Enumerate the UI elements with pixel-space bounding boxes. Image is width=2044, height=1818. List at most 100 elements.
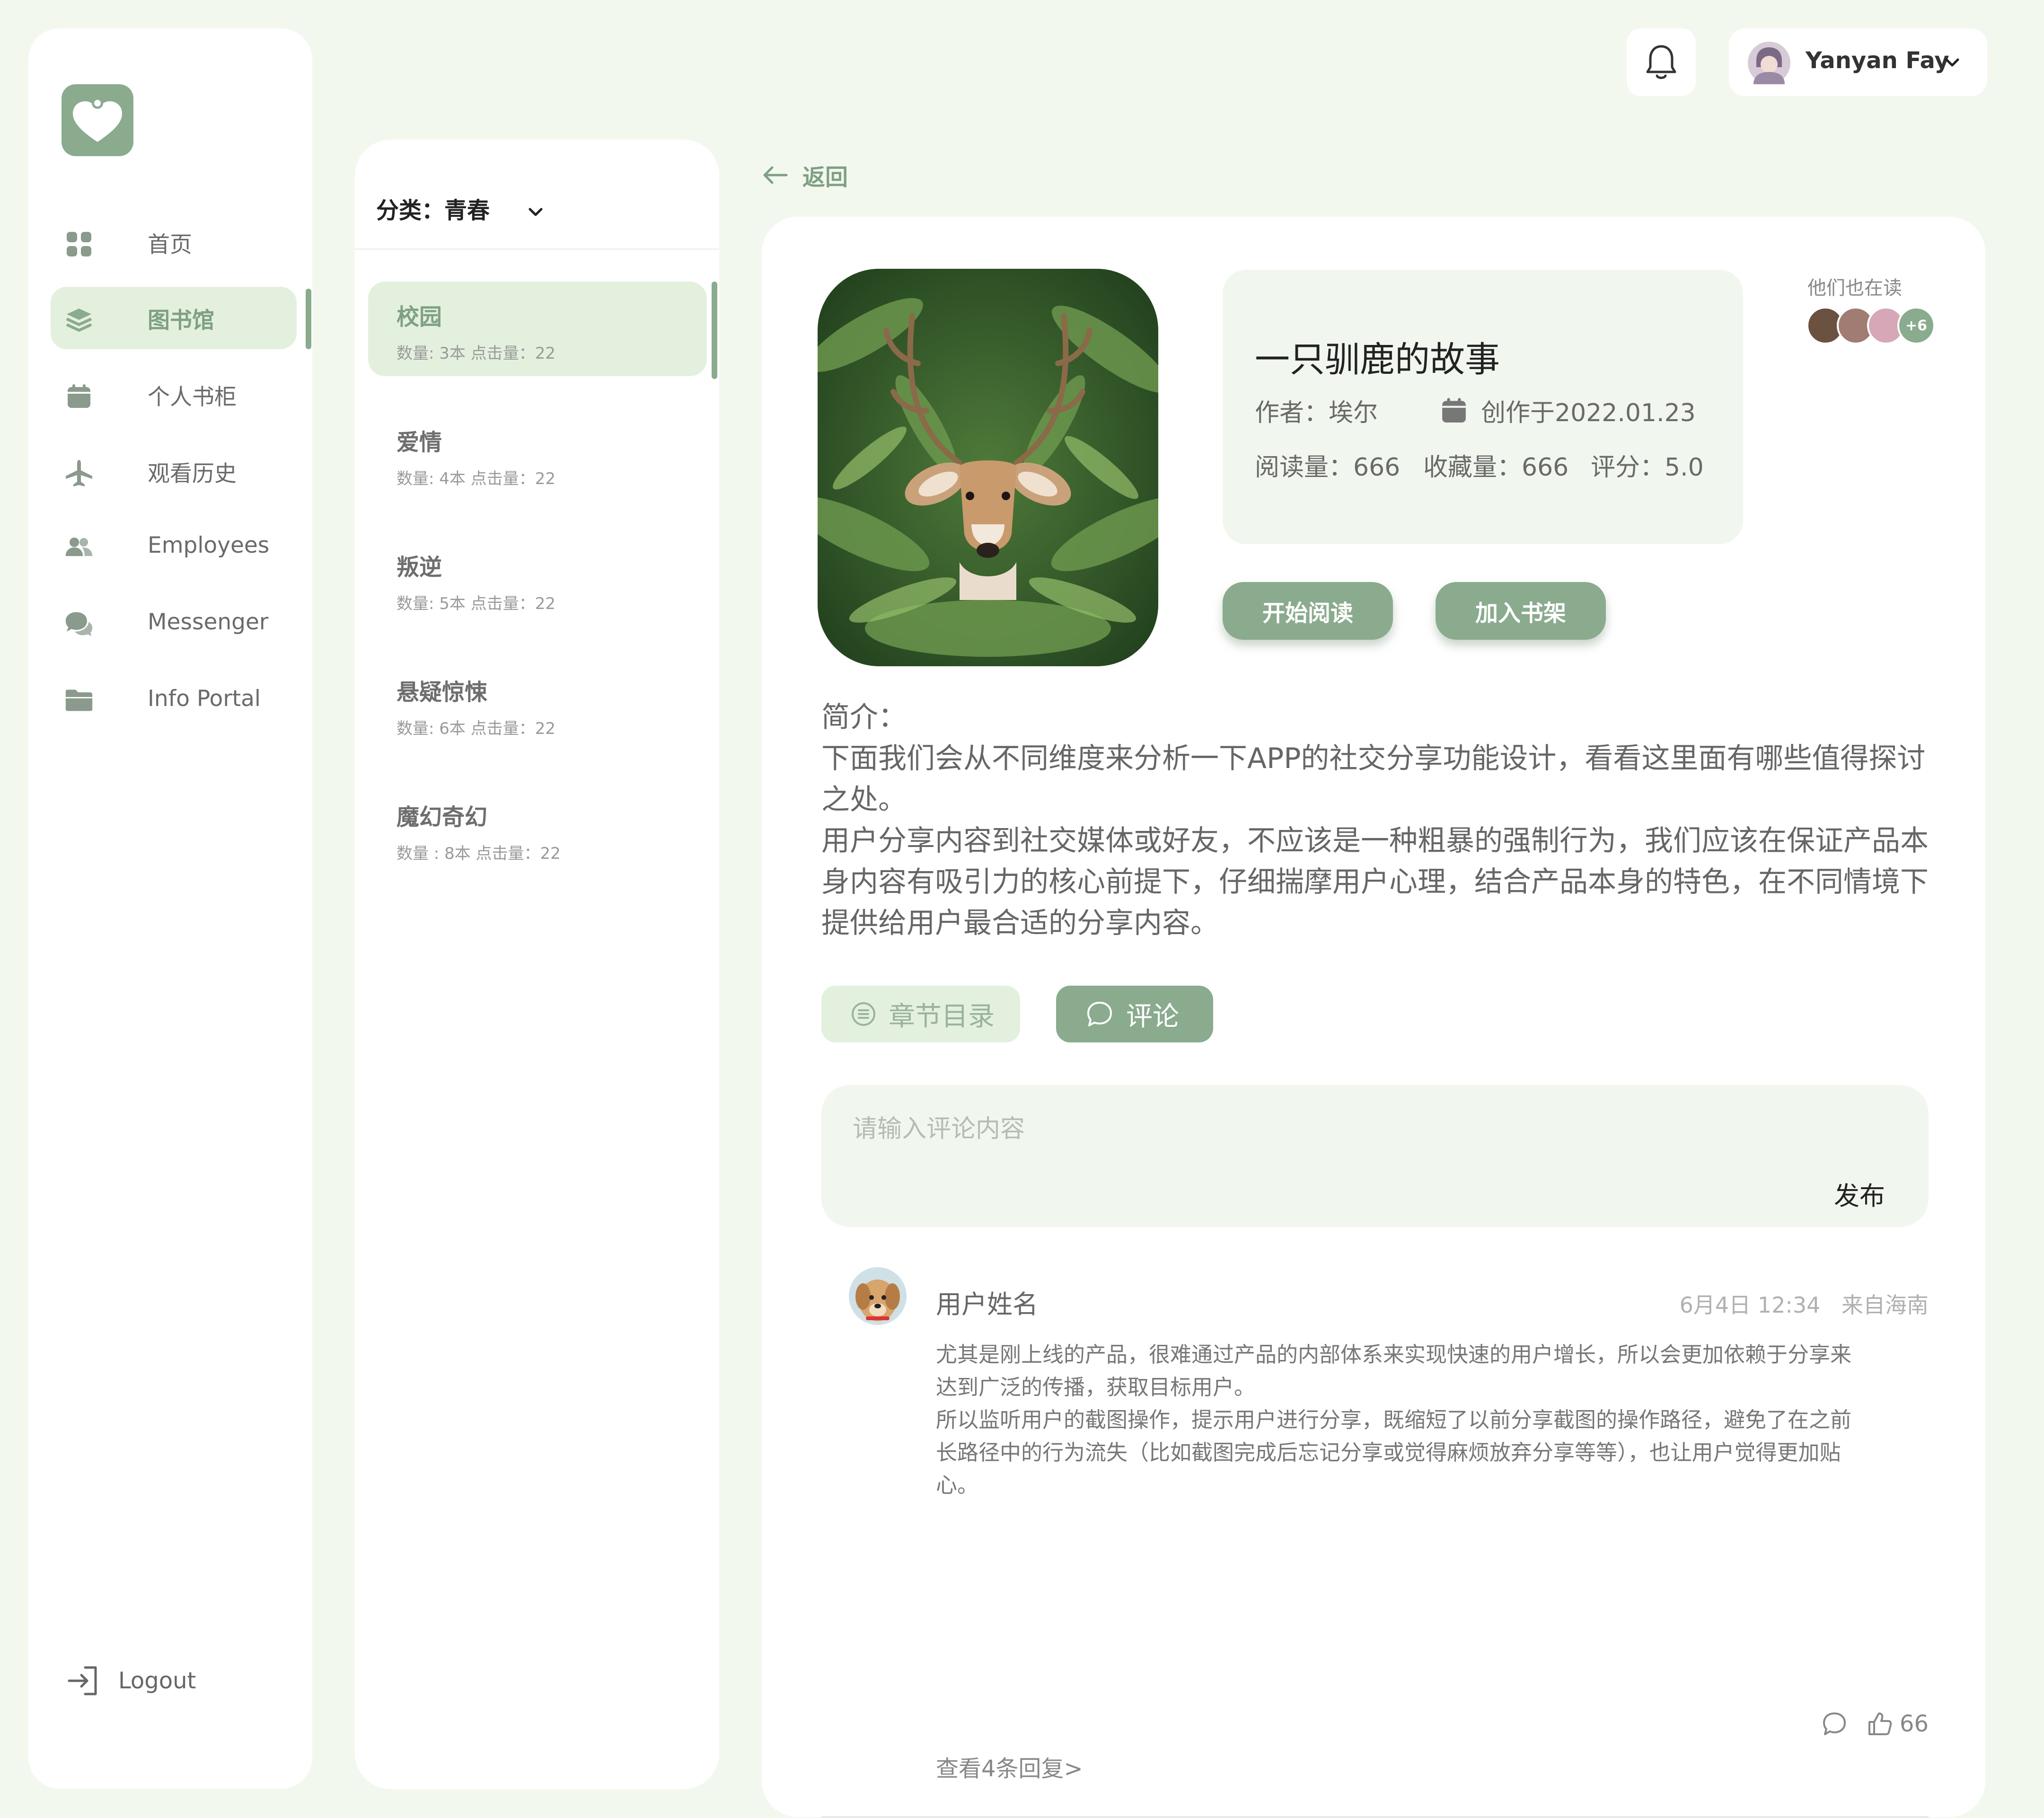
book-rating: 评分：5.0 xyxy=(1591,453,1704,482)
sidebar-item-label: 图书馆 xyxy=(148,307,214,334)
view-replies-link[interactable]: 查看4条回复> xyxy=(936,1750,1083,1783)
start-reading-button[interactable]: 开始阅读 xyxy=(1223,582,1393,640)
category-select-label: 分类：青春 xyxy=(376,197,490,224)
notification-button[interactable] xyxy=(1627,28,1696,96)
sidebar-item-label: Info Portal xyxy=(148,685,261,712)
book-created: 创作于2022.01.23 xyxy=(1440,393,1696,428)
heart-logo-icon xyxy=(73,97,122,142)
avatar[interactable] xyxy=(849,1267,907,1325)
comment-line: 尤其是刚上线的产品，很难通过产品的内部体系来实现快速的用户增长，所以会更加依赖于… xyxy=(936,1342,1852,1367)
app-logo[interactable] xyxy=(62,84,133,156)
list-icon xyxy=(852,1002,875,1026)
sidebar-item-library[interactable]: 图书馆 xyxy=(51,287,297,349)
back-label: 返回 xyxy=(802,164,848,191)
category-item[interactable]: 魔幻奇幻 数量 : 8本 点击量：22 xyxy=(368,782,707,876)
user-menu[interactable]: Yanyan Fay xyxy=(1729,28,1987,96)
logout-icon xyxy=(68,1666,97,1695)
folder-icon xyxy=(65,688,93,713)
calendar-icon xyxy=(1442,397,1466,423)
comment-meta: 6月4日 12:34 来自海南 xyxy=(1680,1288,1929,1319)
chevron-down-icon xyxy=(1945,58,1959,67)
book-detail-panel: 一只驯鹿的故事 作者：埃尔 创作于2022.01.23 阅读量：666 收藏量：… xyxy=(762,217,1985,1818)
intro-line: 用户分享内容到社交媒体或好友，不应该是一种粗暴的强制行为，我们应该在保证产品本 xyxy=(821,824,1929,857)
user-name: Yanyan Fay xyxy=(1806,47,1949,74)
sidebar-item-label: Messenger xyxy=(148,609,269,635)
divider xyxy=(821,1816,1929,1818)
category-item[interactable]: 校园 数量: 3本 点击量：22 xyxy=(368,282,707,376)
category-name: 爱情 xyxy=(396,429,442,456)
calendar-icon xyxy=(65,384,93,409)
chat-icon xyxy=(65,611,93,636)
category-panel: 分类：青春 校园 数量: 3本 点击量：22 爱情 数量: 4本 点击量：22 … xyxy=(355,140,719,1789)
comment-actions: 66 xyxy=(1821,1707,1929,1740)
comment-line: 所以监听用户的截图操作，提示用户进行分享，既缩短了以前分享截图的操作路径，避免了… xyxy=(936,1407,1852,1432)
category-name: 校园 xyxy=(396,304,442,330)
book-favorites: 收藏量：666 xyxy=(1423,453,1569,482)
sidebar-item-history[interactable]: 观看历史 xyxy=(51,440,297,503)
layers-icon xyxy=(65,308,93,332)
book-cover-image xyxy=(818,269,1158,666)
tab-comments-label: 评论 xyxy=(1126,1001,1179,1032)
sidebar-item-label: Employees xyxy=(148,532,270,558)
publish-button[interactable]: 发布 xyxy=(1834,1175,1885,1212)
comment-user-name[interactable]: 用户姓名 xyxy=(936,1283,1038,1321)
sidebar-item-employees[interactable]: Employees xyxy=(51,514,297,576)
comment-icon xyxy=(1087,1002,1112,1026)
sidebar-item-label: 个人书柜 xyxy=(148,384,237,410)
comment-input[interactable]: 请输入评论内容 发布 xyxy=(821,1085,1929,1227)
comment-line: 长路径中的行为流失（比如截图完成后忘记分享或觉得麻烦放弃分享等等），也让用户觉得… xyxy=(936,1440,1841,1465)
sidebar-item-label: 观看历史 xyxy=(148,460,237,487)
comment-location: 来自海南 xyxy=(1841,1292,1929,1318)
comment-line: 达到广泛的传播，获取目标用户。 xyxy=(936,1375,1256,1400)
readers-label: 他们也在读 xyxy=(1807,277,1902,299)
category-meta: 数量: 4本 点击量：22 xyxy=(396,469,555,488)
sidebar: 首页 图书馆 个人书柜 观看历史 Employees Messenger Inf… xyxy=(28,28,312,1789)
logout-button[interactable]: Logout xyxy=(66,1666,196,1696)
tab-chapters[interactable]: 章节目录 xyxy=(821,986,1020,1042)
bell-icon xyxy=(1646,45,1676,79)
intro-line: 简介： xyxy=(821,701,907,734)
like-count: 66 xyxy=(1899,1711,1929,1737)
book-reads: 阅读量：666 xyxy=(1255,453,1401,482)
grid-icon xyxy=(65,232,93,256)
category-name: 叛逆 xyxy=(396,554,442,581)
comment-line: 心。 xyxy=(936,1473,979,1498)
tab-comments[interactable]: 评论 xyxy=(1056,986,1213,1042)
category-item[interactable]: 悬疑惊悚 数量: 6本 点击量：22 xyxy=(368,657,707,751)
sidebar-scroll-indicator xyxy=(306,289,311,349)
book-title: 一只驯鹿的故事 xyxy=(1255,339,1500,380)
category-scrollbar[interactable] xyxy=(712,282,717,379)
intro-line: 之处。 xyxy=(821,783,907,816)
chevron-down-icon xyxy=(529,208,543,216)
readers-more-badge[interactable]: +6 xyxy=(1897,307,1935,344)
add-to-shelf-button[interactable]: 加入书架 xyxy=(1436,582,1606,640)
category-item[interactable]: 爱情 数量: 4本 点击量：22 xyxy=(368,407,707,502)
comment-time: 6月4日 12:34 xyxy=(1679,1292,1821,1318)
users-icon xyxy=(65,535,93,559)
book-author: 作者：埃尔 xyxy=(1255,399,1378,427)
book-info-box: 一只驯鹿的故事 作者：埃尔 创作于2022.01.23 阅读量：666 收藏量：… xyxy=(1223,270,1743,544)
book-created-text: 创作于2022.01.23 xyxy=(1481,399,1696,427)
category-meta: 数量: 5本 点击量：22 xyxy=(396,594,555,613)
divider xyxy=(355,248,719,250)
comment-body: 尤其是刚上线的产品，很难通过产品的内部体系来实现快速的用户增长，所以会更加依赖于… xyxy=(936,1338,1929,1501)
reply-icon[interactable] xyxy=(1821,1711,1848,1737)
category-item[interactable]: 叛逆 数量: 5本 点击量：22 xyxy=(368,532,707,627)
sidebar-item-messenger[interactable]: Messenger xyxy=(51,591,297,653)
sidebar-item-home[interactable]: 首页 xyxy=(51,211,297,274)
category-meta: 数量: 3本 点击量：22 xyxy=(396,344,555,363)
category-meta: 数量 : 8本 点击量：22 xyxy=(396,844,561,863)
intro-line: 下面我们会从不同维度来分析一下APP的社交分享功能设计，看看这里面有哪些值得探讨 xyxy=(821,742,1926,775)
comment-placeholder: 请输入评论内容 xyxy=(853,1115,1025,1143)
category-meta: 数量: 6本 点击量：22 xyxy=(396,719,555,738)
sidebar-item-info-portal[interactable]: Info Portal xyxy=(51,667,297,730)
sidebar-item-label: 首页 xyxy=(148,231,192,258)
back-button[interactable]: 返回 xyxy=(762,156,848,194)
category-select[interactable]: 分类：青春 xyxy=(376,192,545,225)
arrow-left-icon xyxy=(763,166,788,184)
avatar xyxy=(1748,42,1790,84)
like-icon[interactable] xyxy=(1867,1711,1893,1737)
sidebar-item-bookshelf[interactable]: 个人书柜 xyxy=(51,363,297,426)
intro-line: 提供给用户最合适的分享内容。 xyxy=(821,907,1219,940)
tab-chapters-label: 章节目录 xyxy=(889,1001,995,1032)
